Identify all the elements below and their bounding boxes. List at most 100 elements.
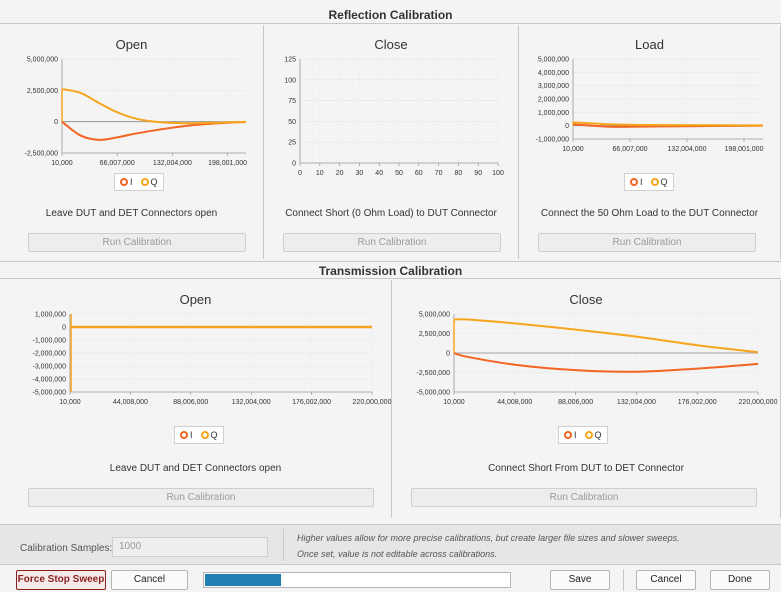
sweep-progress-bar bbox=[203, 572, 511, 588]
transmission-open-panel: Open 1,000,000 0 -1,000,000 -2,000,000 -3,00… bbox=[0, 280, 392, 518]
legend-q-label: Q bbox=[660, 177, 668, 187]
legend-item-i: I bbox=[630, 177, 643, 187]
y-tick-label: -1,000,000 bbox=[33, 338, 67, 345]
cancel-sweep-button[interactable]: Cancel bbox=[111, 570, 188, 590]
legend-i-label: I bbox=[190, 430, 193, 440]
panel-title: Load bbox=[635, 37, 664, 52]
y-tick-label: -5,000,000 bbox=[33, 390, 67, 397]
legend-i-marker bbox=[564, 431, 572, 439]
instruction-text: Connect Short (0 Ohm Load) to DUT Connec… bbox=[285, 208, 497, 219]
y-tick-label: 2,500,000 bbox=[419, 331, 450, 338]
x-tick-label: 132,004,000 bbox=[153, 160, 192, 167]
y-tick-label: 100 bbox=[284, 77, 296, 84]
legend-q-marker bbox=[140, 178, 149, 186]
divider bbox=[283, 529, 284, 561]
y-tick-label: 0 bbox=[292, 161, 296, 168]
x-tick-label: 66,007,000 bbox=[100, 160, 135, 167]
y-tick-label: 50 bbox=[288, 119, 296, 126]
legend-i-marker bbox=[630, 178, 638, 186]
samples-note-line2: Once set, value is not editable across c… bbox=[297, 549, 498, 559]
y-tick-label: -4,000,000 bbox=[33, 377, 67, 384]
y-tick-label: 1,000,000 bbox=[35, 312, 66, 319]
legend-item-q: Q bbox=[650, 177, 668, 187]
legend-i-marker bbox=[120, 178, 128, 186]
x-tick-label: 20 bbox=[336, 170, 344, 177]
cancel-button[interactable]: Cancel bbox=[636, 570, 696, 590]
x-tick-label: 40 bbox=[375, 170, 383, 177]
x-tick-label: 198,001,000 bbox=[208, 160, 247, 167]
y-tick-label: 0 bbox=[54, 119, 58, 126]
save-button[interactable]: Save bbox=[550, 570, 610, 590]
legend-item-q: Q bbox=[200, 430, 218, 440]
y-tick-label: 5,000,000 bbox=[538, 57, 569, 64]
y-tick-label: 1,000,000 bbox=[538, 110, 569, 117]
reflection-close-panel: Close 125 100 75 50 25 0 0 10 20 30 40 50 60 70 80 90 10… bbox=[264, 25, 519, 259]
x-tick-label: 70 bbox=[435, 170, 443, 177]
x-tick-label: 132,004,000 bbox=[617, 399, 656, 406]
toolbar-separator bbox=[623, 569, 624, 591]
y-tick-label: -2,500,000 bbox=[417, 370, 451, 377]
x-tick-label: 88,006,000 bbox=[173, 399, 208, 406]
run-calibration-button[interactable]: Run Calibration bbox=[538, 233, 756, 252]
panel-title: Close bbox=[569, 292, 603, 307]
panel-title: Close bbox=[374, 37, 408, 52]
run-calibration-button[interactable]: Run Calibration bbox=[28, 233, 246, 252]
x-tick-label: 132,004,000 bbox=[668, 146, 707, 153]
panel-title: Open bbox=[115, 37, 148, 52]
x-tick-label: 80 bbox=[455, 170, 463, 177]
done-button[interactable]: Done bbox=[710, 570, 770, 590]
x-tick-label: 220,000,000 bbox=[353, 399, 392, 406]
chart-legend: I Q bbox=[174, 426, 224, 444]
legend-q-label: Q bbox=[150, 177, 158, 187]
calibration-samples-band: Calibration Samples: 1000 Higher values … bbox=[0, 524, 781, 564]
legend-i-label: I bbox=[640, 177, 643, 187]
x-tick-label: 50 bbox=[395, 170, 403, 177]
x-tick-label: 10,000 bbox=[562, 146, 584, 153]
x-tick-label: 176,002,000 bbox=[678, 399, 717, 406]
y-tick-label: 3,000,000 bbox=[538, 83, 569, 90]
instruction-text: Connect the 50 Ohm Load to the DUT Conne… bbox=[540, 208, 759, 219]
run-calibration-button[interactable]: Run Calibration bbox=[411, 488, 757, 507]
chart-legend: I Q bbox=[558, 426, 608, 444]
legend-i-label: I bbox=[574, 430, 577, 440]
run-calibration-button[interactable]: Run Calibration bbox=[283, 233, 501, 252]
y-tick-label: -2,500,000 bbox=[25, 151, 59, 158]
legend-i-label: I bbox=[130, 177, 133, 187]
y-tick-label: 125 bbox=[284, 57, 296, 64]
x-tick-label: 0 bbox=[298, 170, 302, 177]
x-tick-label: 88,006,000 bbox=[558, 399, 593, 406]
x-tick-label: 10,000 bbox=[59, 399, 81, 406]
reflection-load-panel: Load 5,000,000 4,000,000 3,000,000 2,000,00… bbox=[519, 25, 781, 259]
legend-q-marker bbox=[200, 431, 209, 439]
x-tick-label: 10 bbox=[316, 170, 324, 177]
transmission-open-chart: 1,000,000 0 -1,000,000 -2,000,000 -3,000,000… bbox=[33, 312, 392, 407]
x-tick-label: 10,000 bbox=[443, 399, 465, 406]
panel-title: Open bbox=[179, 292, 212, 307]
y-tick-label: -1,000,000 bbox=[536, 137, 570, 144]
x-tick-label: 176,002,000 bbox=[292, 399, 331, 406]
series-i-line bbox=[453, 352, 759, 373]
x-tick-label: 30 bbox=[356, 170, 364, 177]
force-stop-sweep-button[interactable]: Force Stop Sweep bbox=[16, 570, 106, 590]
series-q-line bbox=[572, 121, 764, 127]
chart-legend: I Q bbox=[114, 173, 164, 191]
series-q-line bbox=[61, 88, 247, 125]
x-tick-label: 66,007,000 bbox=[612, 146, 647, 153]
x-tick-label: 220,000,000 bbox=[739, 399, 778, 406]
y-tick-label: 2,000,000 bbox=[538, 97, 569, 104]
legend-q-marker bbox=[584, 431, 593, 439]
reflection-load-chart: 5,000,000 4,000,000 3,000,000 2,000,000 1,00… bbox=[536, 57, 764, 154]
instruction-text: Leave DUT and DET Connectors open bbox=[109, 463, 282, 474]
y-tick-label: -2,000,000 bbox=[33, 351, 67, 358]
x-tick-label: 44,008,000 bbox=[113, 399, 148, 406]
calibration-samples-input[interactable]: 1000 bbox=[112, 537, 268, 557]
y-tick-label: 5,000,000 bbox=[419, 312, 450, 319]
progress-fill bbox=[205, 574, 281, 586]
legend-q-label: Q bbox=[210, 430, 218, 440]
legend-q-marker bbox=[650, 178, 659, 186]
transmission-close-chart: 5,000,000 2,500,000 0 -2,500,000 -5,000,000 1… bbox=[417, 312, 778, 407]
run-calibration-button[interactable]: Run Calibration bbox=[28, 488, 374, 507]
y-tick-label: 75 bbox=[288, 98, 296, 105]
bottom-toolbar: Force Stop Sweep Cancel Save Cancel Done bbox=[0, 564, 781, 592]
legend-item-q: Q bbox=[140, 177, 158, 187]
